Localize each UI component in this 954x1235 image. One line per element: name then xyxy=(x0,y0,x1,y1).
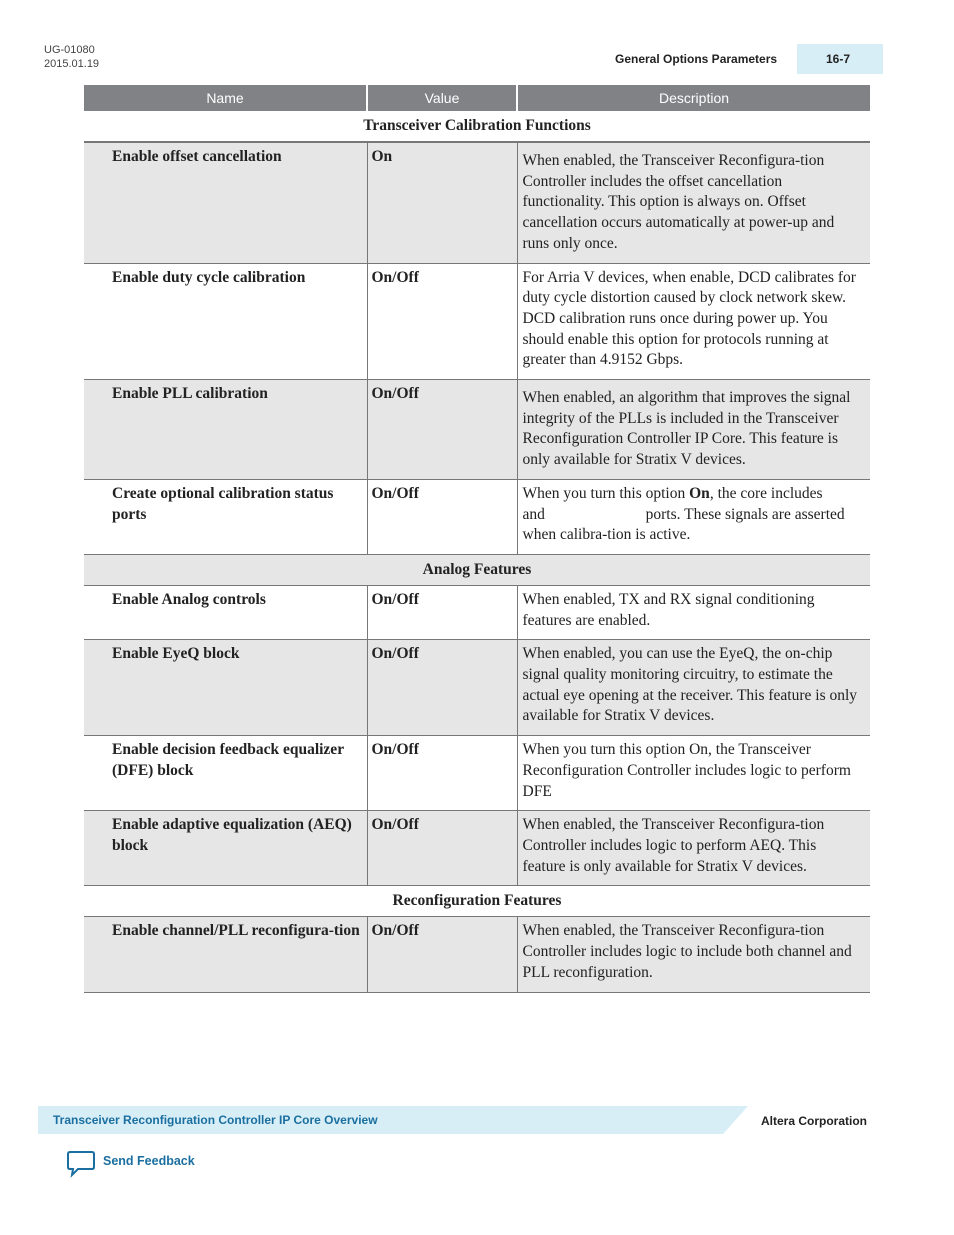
table-row: Enable offset cancellation On When enabl… xyxy=(84,142,870,264)
param-description: When you turn this option On, the Transc… xyxy=(517,735,870,812)
param-description: When enabled, the Transceiver Reconfigur… xyxy=(517,916,870,993)
column-header-name: Name xyxy=(84,85,367,111)
param-name: Enable Analog controls xyxy=(84,585,368,641)
table-row: Enable channel/PLL reconfigura-tion On/O… xyxy=(84,916,870,993)
column-header-value: Value xyxy=(366,85,517,111)
send-feedback-link[interactable]: Send Feedback xyxy=(103,1154,195,1168)
parameters-table: Name Value Description Transceiver Calib… xyxy=(84,85,870,993)
param-description: When you turn this option On, the core i… xyxy=(517,479,870,555)
param-value: On/Off xyxy=(367,916,518,993)
param-description: When enabled, TX and RX signal condition… xyxy=(517,585,870,641)
param-description: When enabled, you can use the EyeQ, the … xyxy=(517,639,870,737)
doc-id: UG-01080 xyxy=(44,44,95,56)
param-description: When enabled, the Transceiver Reconfigur… xyxy=(517,810,870,887)
param-value: On xyxy=(367,142,518,264)
param-name: Enable duty cycle calibration xyxy=(84,263,368,381)
page-number-tab: 16-7 xyxy=(797,44,883,74)
section-title: Analog Features xyxy=(84,554,870,586)
param-value: On/Off xyxy=(367,735,518,812)
param-value: On/Off xyxy=(367,263,518,381)
column-header-description: Description xyxy=(516,85,870,111)
param-name: Enable decision feedback equalizer (DFE)… xyxy=(84,735,368,812)
table-row: Create optional calibration status ports… xyxy=(84,479,870,555)
table-row: Enable decision feedback equalizer (DFE)… xyxy=(84,735,870,812)
param-name: Enable PLL calibration xyxy=(84,379,368,480)
desc-text: When you turn this option xyxy=(522,484,690,502)
param-description: When enabled, an algorithm that improves… xyxy=(517,379,870,480)
param-name: Enable offset cancellation xyxy=(84,142,368,264)
param-name: Enable channel/PLL reconfigura-tion xyxy=(84,916,368,993)
param-description: When enabled, the Transceiver Reconfigur… xyxy=(517,142,870,264)
section-header-row: Analog Features xyxy=(84,554,870,586)
desc-emphasis: On xyxy=(689,484,710,502)
table-row: Enable adaptive equalization (AEQ) block… xyxy=(84,810,870,887)
section-header-row: Transceiver Calibration Functions xyxy=(84,111,870,143)
param-description: For Arria V devices, when enable, DCD ca… xyxy=(517,263,870,381)
doc-date: 2015.01.19 xyxy=(44,58,100,70)
section-title: Transceiver Calibration Functions xyxy=(84,111,870,143)
param-name: Enable adaptive equalization (AEQ) block xyxy=(84,810,368,887)
table-row: Enable EyeQ block On/Off When enabled, y… xyxy=(84,639,870,737)
section-header-row: Reconfiguration Features xyxy=(84,885,870,918)
param-value: On/Off xyxy=(367,379,518,480)
table-row: Enable duty cycle calibration On/Off For… xyxy=(84,263,870,381)
table-header-row: Name Value Description xyxy=(84,85,870,111)
doc-meta: UG-01080 2015.01.19 xyxy=(44,43,99,71)
page-number: 16-7 xyxy=(826,52,851,66)
param-name: Enable EyeQ block xyxy=(84,639,368,737)
table-row: Enable PLL calibration On/Off When enabl… xyxy=(84,379,870,480)
section-title: Reconfiguration Features xyxy=(84,885,870,918)
chapter-link[interactable]: Transceiver Reconfiguration Controller I… xyxy=(53,1113,378,1127)
company-name: Altera Corporation xyxy=(761,1114,868,1128)
param-value: On/Off xyxy=(367,639,518,737)
speech-bubble-icon[interactable] xyxy=(66,1150,96,1183)
param-value: On/Off xyxy=(367,810,518,887)
param-value: On/Off xyxy=(367,585,518,641)
table-row: Enable Analog controls On/Off When enabl… xyxy=(84,585,870,641)
param-value: On/Off xyxy=(367,479,518,555)
param-name: Create optional calibration status ports xyxy=(84,479,368,555)
section-title: General Options Parameters xyxy=(615,52,778,66)
